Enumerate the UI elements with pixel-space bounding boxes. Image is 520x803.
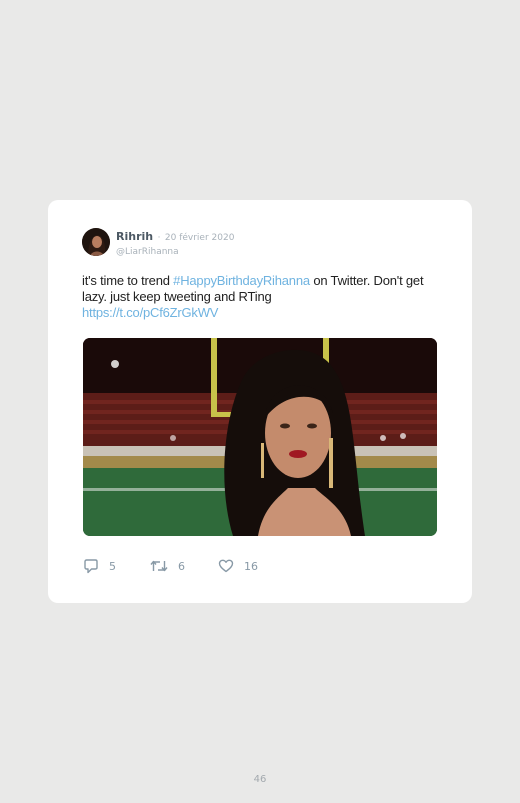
- retweet-count: 6: [178, 559, 185, 573]
- author-display-name[interactable]: Rihrih: [116, 230, 153, 243]
- reply-icon: [84, 558, 98, 573]
- page-number: 46: [253, 774, 267, 785]
- avatar[interactable]: [82, 228, 110, 256]
- author-block: Rihrih · 20 février 2020 @LiarRihanna: [116, 227, 234, 257]
- reply-count: 5: [109, 559, 116, 573]
- heart-icon: [218, 559, 234, 573]
- tweet-media[interactable]: [83, 338, 437, 536]
- hashtag-link[interactable]: #HappyBirthdayRihanna: [173, 273, 310, 288]
- like-count: 16: [244, 559, 258, 573]
- tweet-card: Rihrih · 20 février 2020 @LiarRihanna it…: [48, 200, 472, 603]
- author-handle[interactable]: @LiarRihanna: [116, 247, 234, 257]
- reply-button[interactable]: 5: [83, 558, 116, 574]
- retweet-button[interactable]: 6: [150, 558, 185, 574]
- tweet-date[interactable]: 20 février 2020: [165, 233, 235, 243]
- tweet-text: it's time to trend #HappyBirthdayRihanna…: [82, 273, 442, 321]
- media-image: [83, 338, 437, 536]
- tweet-url-link[interactable]: https://t.co/pCf6ZrGkWV: [82, 305, 218, 320]
- like-button[interactable]: 16: [218, 558, 258, 574]
- retweet-icon: [150, 560, 168, 572]
- date-separator: ·: [157, 233, 161, 243]
- user-avatar-icon: [82, 228, 110, 256]
- tweet-text-part: it's time to trend: [82, 273, 174, 288]
